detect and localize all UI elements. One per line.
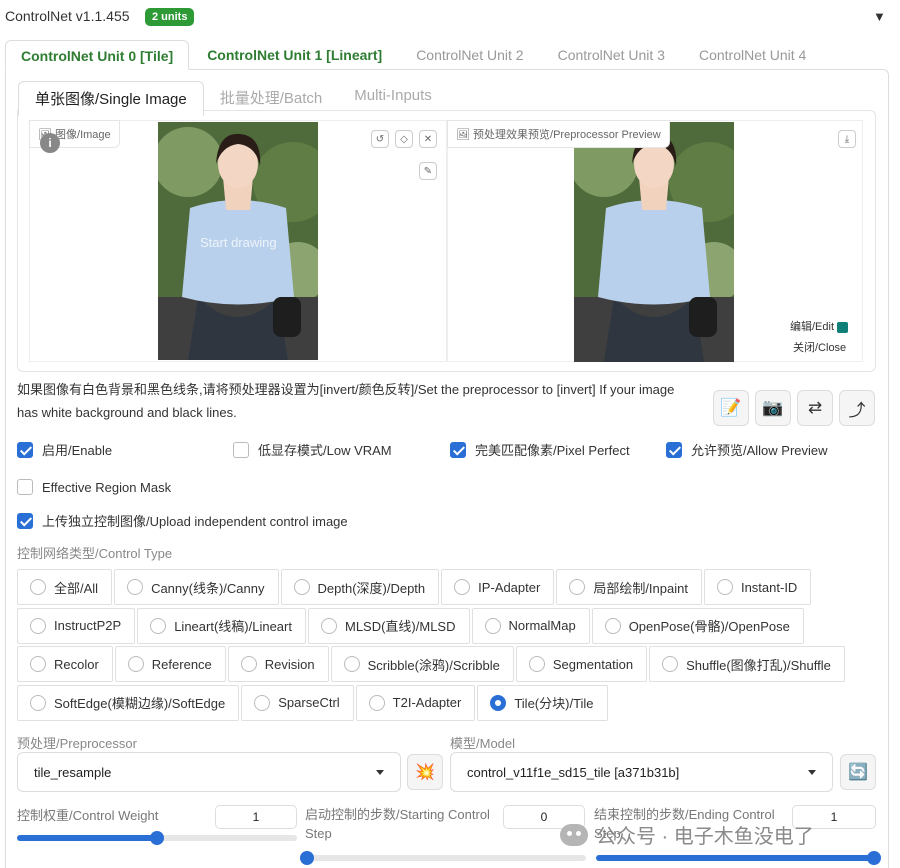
ending-step-slider[interactable]	[596, 851, 881, 865]
unit-tabs: ControlNet Unit 0 [Tile] ControlNet Unit…	[5, 40, 806, 70]
start-drawing-text: Start drawing	[200, 235, 277, 250]
radio-revision[interactable]: Revision	[227, 646, 329, 682]
app-title: ControlNet v1.1.455	[5, 8, 130, 24]
radio-sparsectrl[interactable]: SparseCtrl	[241, 684, 354, 721]
radio-openpose[interactable]: OpenPose(骨骼)/OpenPose	[591, 607, 804, 644]
checkbox-box[interactable]	[17, 441, 33, 458]
radio-shuffle[interactable]: Shuffle(图像打乱)/Shuffle	[649, 646, 845, 682]
radio-scribble[interactable]: Scribble(涂鸦)/Scribble	[330, 646, 514, 682]
preview-label: 🖼 预处理效果预览/Preprocessor Preview	[447, 120, 670, 148]
slider-handle[interactable]	[150, 831, 164, 845]
preprocessor-select[interactable]: tile_resample	[17, 752, 401, 792]
control-weight-label: 控制权重/Control Weight	[17, 808, 159, 823]
checkbox-box[interactable]	[233, 441, 249, 458]
checkbox-box[interactable]	[17, 512, 33, 529]
invert-hint: 如果图像有白色背景和黑色线条,请将预处理器设置为[invert/颜色反转]/Se…	[17, 382, 675, 420]
radio-normalmap[interactable]: NormalMap	[471, 607, 590, 644]
brush-icon[interactable]: ✎	[419, 162, 437, 180]
control-type-label: 控制网络类型/Control Type	[17, 546, 173, 561]
preprocessor-label: 预处理/Preprocessor	[17, 736, 137, 751]
enable-checkbox[interactable]: 启用/Enable	[17, 440, 112, 459]
undo-icon[interactable]: ↺	[371, 130, 389, 148]
camera-button[interactable]: 📷	[755, 390, 791, 426]
tab-single-image[interactable]: 单张图像/Single Image	[18, 81, 204, 116]
wechat-icon	[560, 823, 588, 846]
tab-unit-0[interactable]: ControlNet Unit 0 [Tile]	[5, 40, 190, 70]
radio-instructp2p[interactable]: InstructP2P	[17, 607, 136, 644]
checkbox-box[interactable]	[450, 441, 466, 458]
tab-unit-1[interactable]: ControlNet Unit 1 [Lineart]	[189, 40, 382, 70]
radio-inpaint[interactable]: 局部绘制/Inpaint	[556, 569, 702, 605]
edit-icon	[837, 321, 849, 333]
radio-row: SoftEdge(模糊边缘)/SoftEdge SparseCtrl T2I-A…	[17, 684, 877, 724]
effective-region-mask-checkbox[interactable]: Effective Region Mask	[17, 479, 171, 495]
model-label: 模型/Model	[450, 736, 516, 751]
tab-batch[interactable]: 批量处理/Batch	[204, 81, 339, 116]
checkbox-box[interactable]	[666, 441, 682, 458]
watermark: 公众号 · 电子木鱼没电了	[560, 820, 814, 849]
radio-lineart[interactable]: Lineart(线稿)/Lineart	[137, 607, 306, 644]
radio-canny[interactable]: Canny(线条)/Canny	[114, 569, 279, 605]
radio-tile[interactable]: Tile(分块)/Tile	[477, 684, 608, 721]
close-link[interactable]: 关闭/Close	[790, 338, 850, 356]
upload-independent-checkbox[interactable]: 上传独立控制图像/Upload independent control imag…	[17, 511, 348, 530]
slider-fill	[17, 835, 157, 841]
control-weight-input[interactable]: 1	[215, 805, 297, 829]
pixel-perfect-checkbox[interactable]: 完美匹配像素/Pixel Perfect	[450, 440, 630, 459]
info-icon[interactable]: i	[40, 133, 60, 153]
preview-photo	[574, 122, 734, 362]
tab-multi-inputs[interactable]: Multi-Inputs	[338, 81, 448, 116]
download-icon[interactable]: ⤓	[838, 130, 856, 148]
radio-mlsd[interactable]: MLSD(直线)/MLSD	[307, 607, 470, 644]
chevron-down-icon	[808, 769, 816, 775]
starting-step-slider[interactable]	[300, 851, 586, 865]
image-icon: 🖼	[456, 129, 470, 141]
collapse-icon[interactable]: ▼	[873, 9, 886, 24]
slider-handle[interactable]	[867, 851, 881, 865]
radio-t2i-adapter[interactable]: T2I-Adapter	[355, 684, 476, 721]
starting-step-label: 启动控制的步数/Starting Control Step	[305, 807, 490, 841]
tab-unit-3[interactable]: ControlNet Unit 3	[524, 40, 665, 70]
radio-softedge[interactable]: SoftEdge(模糊边缘)/SoftEdge	[17, 684, 240, 721]
checkbox-box[interactable]	[17, 479, 33, 495]
image-tabs: 单张图像/Single Image 批量处理/Batch Multi-Input…	[18, 81, 448, 116]
allow-preview-checkbox[interactable]: 允许预览/Allow Preview	[666, 440, 828, 459]
edit-link[interactable]: 编辑/Edit	[787, 317, 852, 335]
edit-notes-button[interactable]: 📝	[713, 390, 749, 426]
radio-reference[interactable]: Reference	[114, 646, 226, 682]
tab-unit-4[interactable]: ControlNet Unit 4	[665, 40, 806, 70]
control-type-radio-group: 全部/All Canny(线条)/Canny Depth(深度)/Depth I…	[17, 569, 877, 723]
radio-recolor[interactable]: Recolor	[17, 646, 113, 682]
control-weight-slider[interactable]	[17, 831, 297, 845]
radio-segmentation[interactable]: Segmentation	[515, 646, 648, 682]
swap-button[interactable]: ⇄	[797, 390, 833, 426]
slider-handle[interactable]	[300, 851, 314, 865]
model-select[interactable]: control_v11f1e_sd15_tile [a371b31b]	[450, 752, 833, 792]
radio-all[interactable]: 全部/All	[17, 569, 113, 605]
send-dimensions-button[interactable]: ⤴	[839, 390, 875, 426]
tab-unit-2[interactable]: ControlNet Unit 2	[382, 40, 523, 70]
radio-row: Recolor Reference Revision Scribble(涂鸦)/…	[17, 646, 877, 685]
chevron-down-icon	[376, 769, 384, 775]
radio-row: 全部/All Canny(线条)/Canny Depth(深度)/Depth I…	[17, 569, 877, 608]
eraser-icon[interactable]: ◇	[395, 130, 413, 148]
radio-ip-adapter[interactable]: IP-Adapter	[441, 569, 555, 605]
slider-fill	[596, 855, 874, 861]
close-icon[interactable]: ✕	[419, 130, 437, 148]
low-vram-checkbox[interactable]: 低显存模式/Low VRAM	[233, 440, 392, 459]
refresh-models-button[interactable]: 🔄	[840, 754, 876, 790]
radio-depth[interactable]: Depth(深度)/Depth	[280, 569, 440, 605]
radio-row: InstructP2P Lineart(线稿)/Lineart MLSD(直线)…	[17, 607, 877, 647]
run-preprocessor-button[interactable]: 💥	[407, 754, 443, 790]
units-badge: 2 units	[145, 8, 195, 26]
radio-instant-id[interactable]: Instant-ID	[703, 569, 812, 605]
